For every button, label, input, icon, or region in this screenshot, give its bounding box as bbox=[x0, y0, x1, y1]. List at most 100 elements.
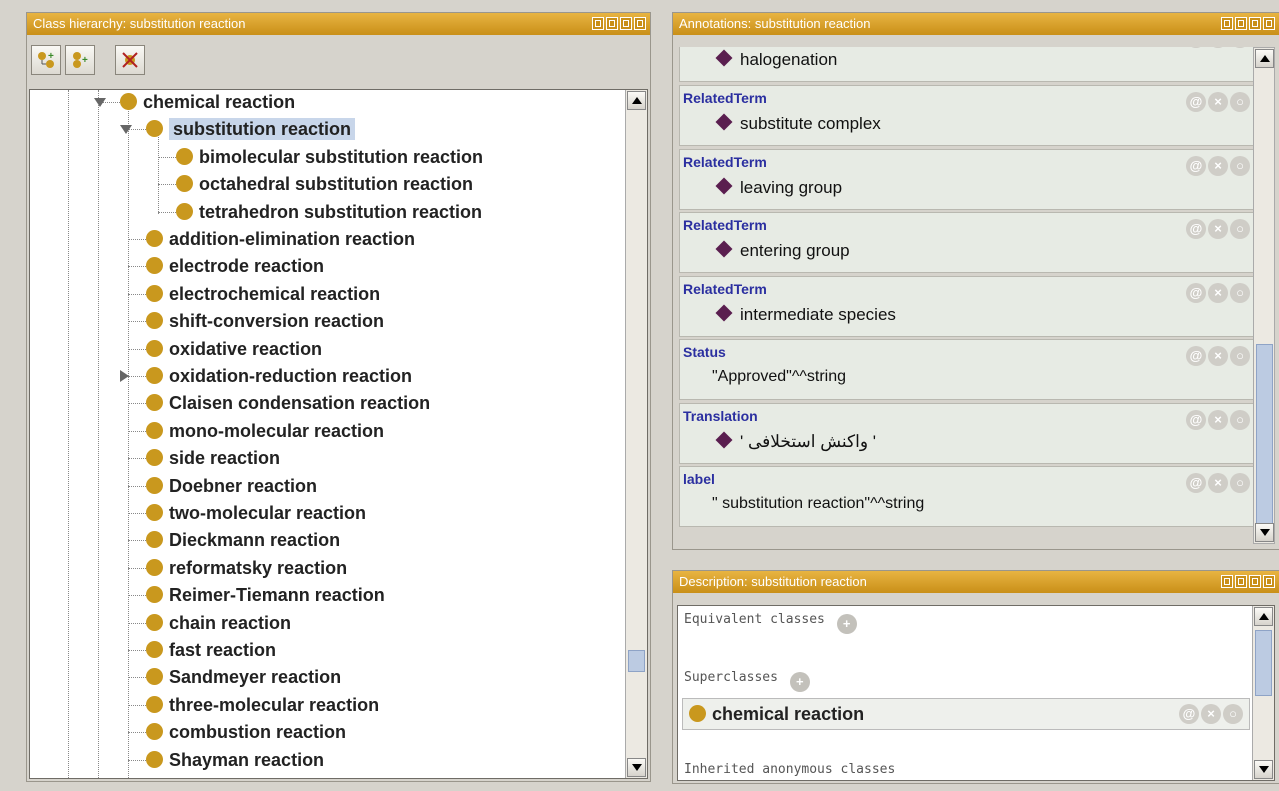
annotation-row[interactable]: RelatedTerm substitute complex @ × ○ bbox=[679, 85, 1257, 146]
tree-node[interactable]: reformatsky reaction bbox=[146, 556, 347, 580]
tree-node[interactable]: side reaction bbox=[146, 446, 280, 470]
tree-node[interactable]: shift-conversion reaction bbox=[146, 309, 384, 333]
annotate-icon[interactable]: @ bbox=[1186, 410, 1206, 430]
tree-node-label: Reimer-Tiemann reaction bbox=[169, 585, 385, 606]
tree-node[interactable]: mono-molecular reaction bbox=[146, 419, 384, 443]
tree-node[interactable]: bimolecular substitution reaction bbox=[176, 145, 483, 169]
tree-node[interactable]: Claisen condensation reaction bbox=[146, 391, 430, 415]
scroll-thumb[interactable] bbox=[1255, 630, 1272, 696]
tree-node[interactable]: Doebner reaction bbox=[146, 474, 317, 498]
delete-icon[interactable]: × bbox=[1208, 346, 1228, 366]
annotation-row[interactable]: Status "Approved"^^string @ × ○ bbox=[679, 339, 1257, 400]
panel-controls bbox=[1221, 575, 1275, 588]
scroll-thumb[interactable] bbox=[1256, 344, 1273, 524]
description-scrollbar[interactable] bbox=[1252, 606, 1274, 780]
scroll-up-arrow[interactable] bbox=[1255, 49, 1274, 68]
edit-icon[interactable]: ○ bbox=[1230, 283, 1250, 303]
tree-node[interactable]: tetrahedron substitution reaction bbox=[176, 200, 482, 224]
annotation-row[interactable]: RelatedTerm intermediate species @ × ○ bbox=[679, 276, 1257, 337]
panel-controls bbox=[592, 17, 646, 30]
tree-node[interactable]: Shayman reaction bbox=[146, 748, 324, 772]
delete-class-button[interactable] bbox=[115, 45, 145, 75]
tree-node[interactable]: Reimer-Tiemann reaction bbox=[146, 583, 385, 607]
tree-node[interactable]: fast reaction bbox=[146, 638, 276, 662]
delete-icon[interactable]: × bbox=[1208, 473, 1228, 493]
annotate-icon[interactable]: @ bbox=[1186, 47, 1206, 48]
annotate-icon[interactable]: @ bbox=[1186, 283, 1206, 303]
tree-node[interactable]: two-molecular reaction bbox=[146, 501, 366, 525]
annotation-row[interactable]: RelatedTermhalogenation@×○ bbox=[679, 47, 1257, 82]
annotation-property: label bbox=[683, 471, 715, 487]
delete-icon[interactable]: × bbox=[1208, 156, 1228, 176]
delete-icon[interactable]: × bbox=[1208, 92, 1228, 112]
add-sibling-button[interactable]: + bbox=[65, 45, 95, 75]
split-view-icon[interactable] bbox=[592, 17, 604, 30]
scroll-down-arrow[interactable] bbox=[1255, 523, 1274, 542]
edit-icon[interactable]: ○ bbox=[1230, 156, 1250, 176]
tree-node[interactable]: addition-elimination reaction bbox=[146, 227, 415, 251]
annotation-row[interactable]: RelatedTerm leaving group @ × ○ bbox=[679, 149, 1257, 210]
float-view-icon[interactable] bbox=[1235, 17, 1247, 30]
edit-icon[interactable]: ○ bbox=[1223, 704, 1243, 724]
annotate-icon[interactable]: @ bbox=[1186, 473, 1206, 493]
tree-node[interactable]: chemical reaction bbox=[120, 90, 295, 114]
split-view-icon[interactable] bbox=[1221, 575, 1233, 588]
maximize-view-icon[interactable] bbox=[1249, 575, 1261, 588]
annotate-icon[interactable]: @ bbox=[1179, 704, 1199, 724]
split-view-icon[interactable] bbox=[1221, 17, 1233, 30]
delete-icon[interactable]: × bbox=[1208, 283, 1228, 303]
maximize-view-icon[interactable] bbox=[1249, 17, 1261, 30]
annotate-icon[interactable]: @ bbox=[1186, 346, 1206, 366]
edit-icon[interactable]: ○ bbox=[1230, 473, 1250, 493]
scroll-thumb[interactable] bbox=[628, 650, 645, 672]
tree-node[interactable]: oxidative reaction bbox=[146, 337, 322, 361]
tree-node[interactable]: octahedral substitution reaction bbox=[176, 172, 473, 196]
annotate-icon[interactable]: @ bbox=[1186, 92, 1206, 112]
tree-connector bbox=[128, 348, 146, 350]
annotation-row[interactable]: RelatedTerm entering group @ × ○ bbox=[679, 212, 1257, 273]
annotate-icon[interactable]: @ bbox=[1186, 219, 1206, 239]
add-equivalent-class-icon[interactable]: + bbox=[836, 614, 857, 634]
tree-node[interactable]: oxidation-reduction reaction bbox=[146, 364, 412, 388]
tree-node[interactable]: three-molecular reaction bbox=[146, 693, 379, 717]
edit-icon[interactable]: ○ bbox=[1230, 92, 1250, 112]
expand-triangle-icon[interactable] bbox=[94, 98, 106, 107]
tree-node[interactable]: substitution reaction bbox=[146, 117, 356, 141]
tree-node[interactable]: chain reaction bbox=[146, 611, 291, 635]
scroll-down-arrow[interactable] bbox=[627, 758, 646, 777]
tree-node[interactable]: Sandmeyer reaction bbox=[146, 665, 341, 689]
close-view-icon[interactable] bbox=[1263, 575, 1275, 588]
expand-triangle-icon[interactable] bbox=[120, 125, 132, 135]
tree-connector bbox=[128, 595, 146, 597]
add-superclass-icon[interactable]: + bbox=[789, 672, 810, 692]
annotate-icon[interactable]: @ bbox=[1186, 156, 1206, 176]
delete-icon[interactable]: × bbox=[1208, 47, 1228, 48]
edit-icon[interactable]: ○ bbox=[1230, 346, 1250, 366]
annotation-row[interactable]: label " substitution reaction"^^string @ × ○ bbox=[679, 466, 1257, 527]
annotation-row[interactable]: Translation ' واکنش استخلافی ' @ × ○ bbox=[679, 403, 1257, 464]
tree-node[interactable]: combustion reaction bbox=[146, 720, 346, 744]
tree-node[interactable]: electrochemical reaction bbox=[146, 282, 380, 306]
add-subclass-button[interactable]: + bbox=[31, 45, 61, 75]
float-view-icon[interactable] bbox=[606, 17, 618, 30]
tree-scrollbar[interactable] bbox=[625, 90, 647, 778]
delete-icon[interactable]: × bbox=[1208, 219, 1228, 239]
scroll-up-arrow[interactable] bbox=[627, 91, 646, 110]
tree-node[interactable]: Dieckmann reaction bbox=[146, 528, 340, 552]
edit-icon[interactable]: ○ bbox=[1230, 219, 1250, 239]
superclass-row[interactable]: chemical reaction @ × ○ bbox=[682, 698, 1250, 730]
delete-icon[interactable]: × bbox=[1208, 410, 1228, 430]
close-view-icon[interactable] bbox=[1263, 17, 1275, 30]
edit-icon[interactable]: ○ bbox=[1230, 410, 1250, 430]
edit-icon[interactable]: ○ bbox=[1230, 47, 1250, 48]
scroll-down-arrow[interactable] bbox=[1254, 760, 1273, 779]
float-view-icon[interactable] bbox=[1235, 575, 1247, 588]
delete-icon[interactable]: × bbox=[1201, 704, 1221, 724]
maximize-view-icon[interactable] bbox=[620, 17, 632, 30]
annotations-scrollbar[interactable] bbox=[1253, 47, 1275, 544]
collapse-triangle-icon[interactable] bbox=[120, 370, 129, 382]
close-view-icon[interactable] bbox=[634, 17, 646, 30]
tree-node[interactable]: electrode reaction bbox=[146, 254, 324, 278]
scroll-up-arrow[interactable] bbox=[1254, 607, 1273, 626]
panel-controls bbox=[1221, 17, 1275, 30]
